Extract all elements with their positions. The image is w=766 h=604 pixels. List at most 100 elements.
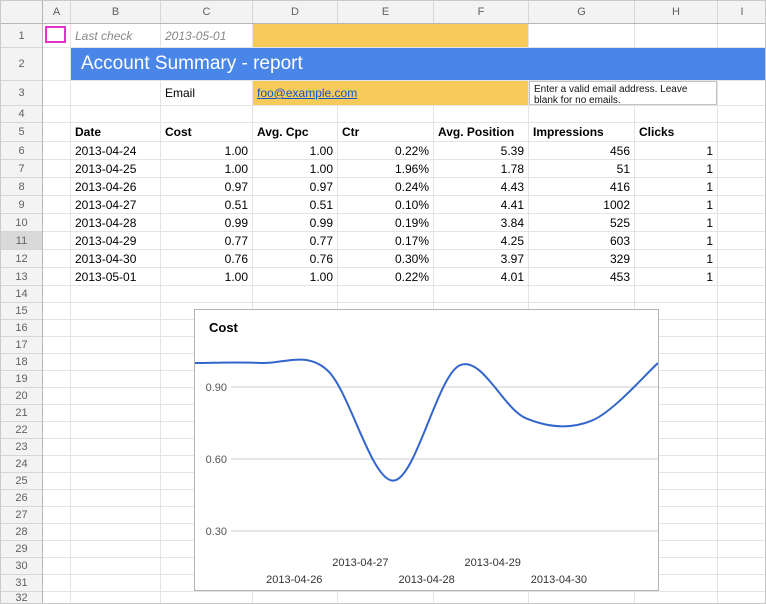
cell-E6[interactable]: 0.22% [338, 142, 433, 159]
cell-E9[interactable]: 0.10% [338, 196, 433, 213]
table-header-3[interactable]: Ctr [338, 123, 433, 141]
embedded-chart[interactable]: Cost 0.900.600.302013-04-262013-04-27201… [194, 309, 659, 591]
cell-E13[interactable]: 0.22% [338, 268, 433, 285]
cell-B12[interactable]: 2013-04-30 [71, 250, 160, 267]
cell-D13[interactable]: 1.00 [253, 268, 337, 285]
cell-D8[interactable]: 0.97 [253, 178, 337, 195]
cell-D6[interactable]: 1.00 [253, 142, 337, 159]
row-header-10[interactable]: 10 [1, 214, 42, 232]
row-header-32[interactable]: 32 [1, 592, 42, 604]
cell-C8[interactable]: 0.97 [161, 178, 252, 195]
row-header-25[interactable]: 25 [1, 473, 42, 490]
email-link[interactable]: foo@example.com [257, 86, 357, 100]
cell-C11[interactable]: 0.77 [161, 232, 252, 249]
cell-D12[interactable]: 0.76 [253, 250, 337, 267]
row-header-4[interactable]: 4 [1, 106, 42, 123]
cell-F6[interactable]: 5.39 [434, 142, 528, 159]
row-header-9[interactable]: 9 [1, 196, 42, 214]
cell-F13[interactable]: 4.01 [434, 268, 528, 285]
row-header-15[interactable]: 15 [1, 303, 42, 320]
cell-F9[interactable]: 4.41 [434, 196, 528, 213]
cell-last-check-value[interactable]: 2013-05-01 [161, 24, 252, 47]
cell-F8[interactable]: 4.43 [434, 178, 528, 195]
row-header-18[interactable]: 18 [1, 354, 42, 371]
cell-E12[interactable]: 0.30% [338, 250, 433, 267]
cell-D9[interactable]: 0.51 [253, 196, 337, 213]
cell-H6[interactable]: 1 [635, 142, 717, 159]
cell-B8[interactable]: 2013-04-26 [71, 178, 160, 195]
table-header-5[interactable]: Impressions [529, 123, 634, 141]
column-header-D[interactable]: D [253, 1, 338, 23]
cell-G12[interactable]: 329 [529, 250, 634, 267]
row-header-6[interactable]: 6 [1, 142, 42, 160]
row-header-11[interactable]: 11 [1, 232, 42, 250]
cell-E8[interactable]: 0.24% [338, 178, 433, 195]
cell-G8[interactable]: 416 [529, 178, 634, 195]
row-header-30[interactable]: 30 [1, 558, 42, 575]
column-header-C[interactable]: C [161, 1, 253, 23]
cell-F11[interactable]: 4.25 [434, 232, 528, 249]
cell-F7[interactable]: 1.78 [434, 160, 528, 177]
cell-C9[interactable]: 0.51 [161, 196, 252, 213]
cell-H7[interactable]: 1 [635, 160, 717, 177]
row-header-8[interactable]: 8 [1, 178, 42, 196]
row-header-24[interactable]: 24 [1, 456, 42, 473]
cell-B7[interactable]: 2013-04-25 [71, 160, 160, 177]
row-header-20[interactable]: 20 [1, 388, 42, 405]
table-header-4[interactable]: Avg. Position [434, 123, 528, 141]
cell-B11[interactable]: 2013-04-29 [71, 232, 160, 249]
cell-G10[interactable]: 525 [529, 214, 634, 231]
cell-H13[interactable]: 1 [635, 268, 717, 285]
row-header-23[interactable]: 23 [1, 439, 42, 456]
row-header-22[interactable]: 22 [1, 422, 42, 439]
row-header-16[interactable]: 16 [1, 320, 42, 337]
row-header-13[interactable]: 13 [1, 268, 42, 286]
cell-H11[interactable]: 1 [635, 232, 717, 249]
cell-F10[interactable]: 3.84 [434, 214, 528, 231]
row-header-27[interactable]: 27 [1, 507, 42, 524]
cell-C6[interactable]: 1.00 [161, 142, 252, 159]
cell-C12[interactable]: 0.76 [161, 250, 252, 267]
row-header-31[interactable]: 31 [1, 575, 42, 592]
row-header-14[interactable]: 14 [1, 286, 42, 303]
column-header-B[interactable]: B [71, 1, 161, 23]
cell-B9[interactable]: 2013-04-27 [71, 196, 160, 213]
cell-C13[interactable]: 1.00 [161, 268, 252, 285]
cell-last-check-label[interactable]: Last check [71, 24, 160, 47]
row-header-21[interactable]: 21 [1, 405, 42, 422]
cell-C10[interactable]: 0.99 [161, 214, 252, 231]
cell-B13[interactable]: 2013-05-01 [71, 268, 160, 285]
cell-B10[interactable]: 2013-04-28 [71, 214, 160, 231]
column-header-G[interactable]: G [529, 1, 635, 23]
cell-G9[interactable]: 1002 [529, 196, 634, 213]
cell-E11[interactable]: 0.17% [338, 232, 433, 249]
cell-email-value[interactable]: foo@example.com [253, 81, 528, 105]
cell-H12[interactable]: 1 [635, 250, 717, 267]
cell-E10[interactable]: 0.19% [338, 214, 433, 231]
table-header-6[interactable]: Clicks [635, 123, 717, 141]
column-header-H[interactable]: H [635, 1, 718, 23]
column-header-A[interactable]: A [43, 1, 71, 23]
row-header-12[interactable]: 12 [1, 250, 42, 268]
table-header-2[interactable]: Avg. Cpc [253, 123, 337, 141]
row-header-19[interactable]: 19 [1, 371, 42, 388]
row-header-2[interactable]: 2 [1, 48, 42, 81]
cell-highlight-empty[interactable] [253, 24, 528, 47]
cell-B6[interactable]: 2013-04-24 [71, 142, 160, 159]
row-header-7[interactable]: 7 [1, 160, 42, 178]
cell-H10[interactable]: 1 [635, 214, 717, 231]
cell-H9[interactable]: 1 [635, 196, 717, 213]
banner-title[interactable]: Account Summary - report [71, 48, 766, 80]
row-header-1[interactable]: 1 [1, 24, 42, 48]
row-header-29[interactable]: 29 [1, 541, 42, 558]
cell-email-label[interactable]: Email [161, 81, 252, 105]
table-header-1[interactable]: Cost [161, 123, 252, 141]
cell-F12[interactable]: 3.97 [434, 250, 528, 267]
cell-H8[interactable]: 1 [635, 178, 717, 195]
row-header-3[interactable]: 3 [1, 81, 42, 106]
cell-G7[interactable]: 51 [529, 160, 634, 177]
column-header-E[interactable]: E [338, 1, 434, 23]
row-header-26[interactable]: 26 [1, 490, 42, 507]
table-header-0[interactable]: Date [71, 123, 160, 141]
row-header-5[interactable]: 5 [1, 123, 42, 142]
